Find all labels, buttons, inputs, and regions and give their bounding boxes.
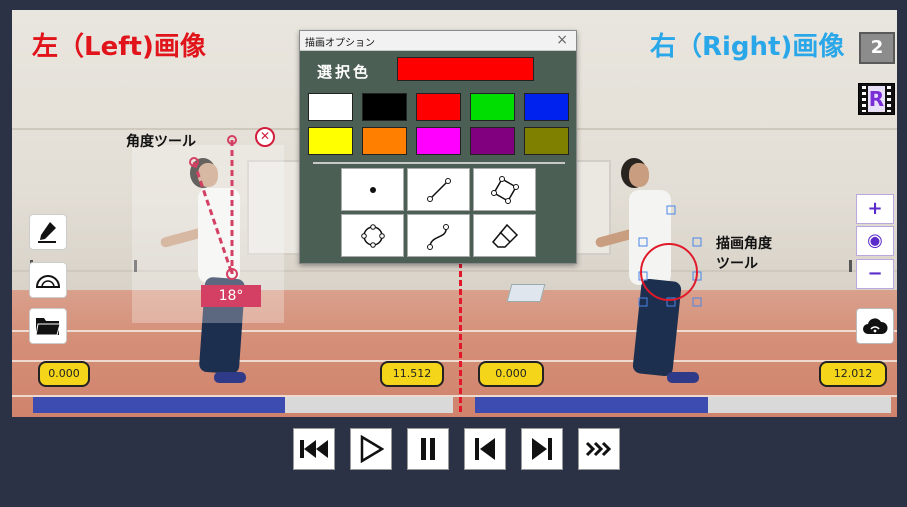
selected-color-label: 選択色: [317, 63, 372, 81]
zoom-in-button[interactable]: +: [856, 194, 894, 224]
circle-tool-button[interactable]: [341, 214, 404, 257]
dialog-titlebar[interactable]: 描画オプション ×: [300, 31, 576, 51]
color-swatch-magenta[interactable]: [416, 127, 461, 155]
zoom-out-button[interactable]: −: [856, 259, 894, 289]
eraser-tool-button[interactable]: [473, 214, 536, 257]
skip-to-start-icon: [300, 440, 328, 458]
left-progress-fill: [33, 397, 285, 413]
folder-icon: [35, 318, 61, 336]
app-window: 左（Left)画像 右（Right)画像 角度ツール ✕ 18° + ◉ − 2…: [0, 0, 907, 507]
step-forward-button[interactable]: [521, 428, 563, 470]
draw-options-dialog: 描画オプション × 選択色: [299, 30, 577, 264]
dialog-separator: [313, 162, 565, 164]
curve-icon: [426, 223, 449, 250]
dialog-close-button[interactable]: ×: [556, 32, 568, 48]
line-tool-button[interactable]: [407, 168, 470, 211]
play-icon: [360, 435, 384, 463]
color-swatch-white[interactable]: [308, 93, 353, 121]
fast-forward-icon: [585, 441, 612, 457]
color-swatch-orange[interactable]: [362, 127, 407, 155]
skip-to-start-button[interactable]: [293, 428, 335, 470]
dialog-title: 描画オプション: [305, 38, 375, 49]
left-progress-bar[interactable]: [33, 397, 453, 413]
draw-angle-tool-label: 描画角度 ツール: [716, 236, 772, 272]
right-progress-fill: [475, 397, 708, 413]
line-icon: [426, 177, 451, 202]
marker-button[interactable]: [29, 214, 67, 250]
polygon-tool-button[interactable]: [473, 168, 536, 211]
circle-icon: [360, 223, 385, 248]
color-swatch-blue[interactable]: [524, 93, 569, 121]
left-end-time: 11.512: [380, 361, 444, 387]
point-tool-button[interactable]: [341, 168, 404, 211]
step-back-button[interactable]: [464, 428, 506, 470]
step-forward-icon: [532, 438, 552, 460]
right-progress-bar[interactable]: [475, 397, 891, 413]
pause-icon: [421, 438, 435, 460]
point-icon: [369, 186, 376, 193]
polygon-icon: [490, 175, 519, 204]
left-pane-title: 左（Left)画像: [32, 32, 206, 62]
curve-tool-button[interactable]: [407, 214, 470, 257]
angle-tool-close-button[interactable]: ✕: [255, 127, 275, 147]
color-swatch-black[interactable]: [362, 93, 407, 121]
layer-badge-icon[interactable]: 2: [859, 32, 895, 64]
cloud-icon: [863, 318, 888, 334]
right-end-time: 12.012: [819, 361, 887, 387]
cloud-button[interactable]: [856, 308, 894, 344]
color-swatch-red[interactable]: [416, 93, 461, 121]
color-swatch-purple[interactable]: [470, 127, 515, 155]
right-start-time: 0.000: [478, 361, 544, 387]
folder-button[interactable]: [29, 308, 67, 344]
eraser-icon: [491, 223, 518, 248]
color-swatch-green[interactable]: [470, 93, 515, 121]
play-button[interactable]: [350, 428, 392, 470]
color-swatch-yellow[interactable]: [308, 127, 353, 155]
angle-value-badge: 18°: [201, 285, 261, 307]
right-pane-title: 右（Right)画像: [650, 32, 845, 62]
selected-color-swatch: [397, 57, 534, 81]
angle-tool-label: 角度ツール: [126, 134, 196, 150]
left-start-time: 0.000: [38, 361, 90, 387]
protractor-button[interactable]: [29, 262, 67, 298]
film-icon[interactable]: R: [858, 83, 895, 115]
marker-icon: [38, 222, 56, 243]
zoom-center-button[interactable]: ◉: [856, 226, 894, 256]
step-back-icon: [475, 438, 495, 460]
color-swatch-olive[interactable]: [524, 127, 569, 155]
film-badge-label: R: [868, 86, 885, 112]
pane-divider: [459, 262, 462, 412]
pause-button[interactable]: [407, 428, 449, 470]
fast-forward-button[interactable]: [578, 428, 620, 470]
protractor-icon: [35, 275, 61, 288]
